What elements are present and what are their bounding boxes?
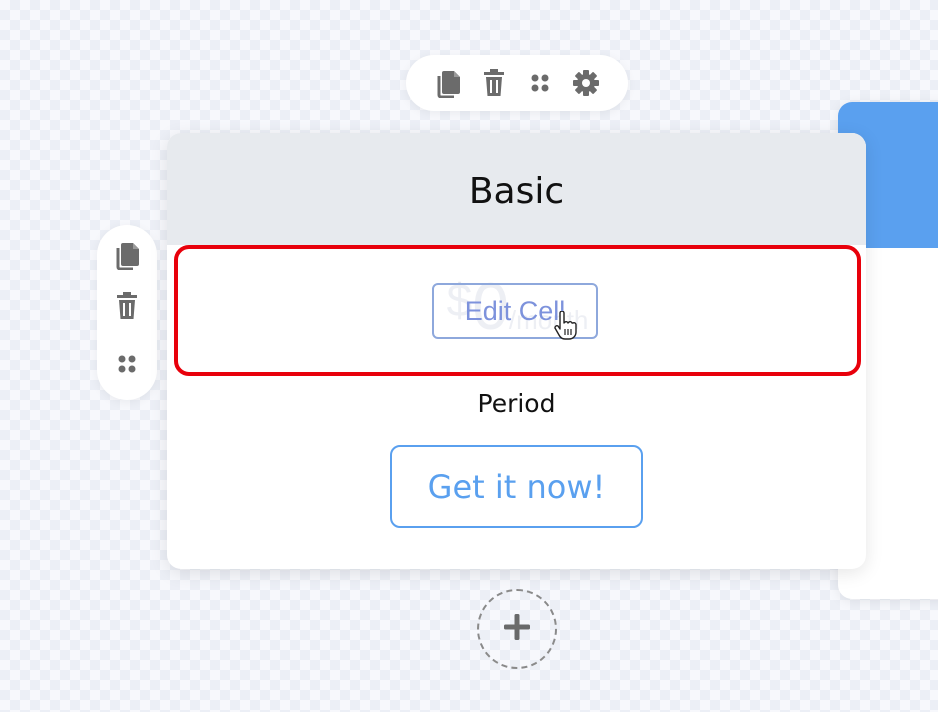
drag-column-handle[interactable] [525, 68, 555, 98]
column-toolbar [406, 55, 628, 111]
duplicate-row-button[interactable] [112, 240, 142, 270]
get-it-now-button[interactable]: Get it now! [390, 445, 643, 528]
row-toolbar [97, 225, 157, 400]
price-cell-selected[interactable]: $0/month Edit Cell [174, 245, 861, 376]
delete-row-button[interactable] [112, 291, 142, 321]
copy-icon [435, 68, 461, 98]
add-column-button[interactable] [477, 589, 557, 669]
drag-handle-icon [117, 354, 137, 374]
trash-icon [114, 291, 140, 321]
column-settings-button[interactable] [571, 68, 601, 98]
plus-icon [502, 612, 532, 646]
pricing-card[interactable]: Basic $0/month Edit Cell Period Get it n… [167, 133, 866, 569]
hand-pointer-icon [553, 310, 579, 345]
copy-icon [114, 240, 140, 270]
trash-icon [481, 68, 507, 98]
drag-row-handle[interactable] [112, 349, 142, 379]
plan-title: Basic [468, 170, 565, 212]
drag-handle-icon [530, 73, 550, 93]
card-header[interactable]: Basic [167, 133, 866, 245]
delete-column-button[interactable] [479, 68, 509, 98]
gear-icon [572, 69, 600, 97]
period-label[interactable]: Period [167, 389, 866, 418]
duplicate-column-button[interactable] [433, 68, 463, 98]
